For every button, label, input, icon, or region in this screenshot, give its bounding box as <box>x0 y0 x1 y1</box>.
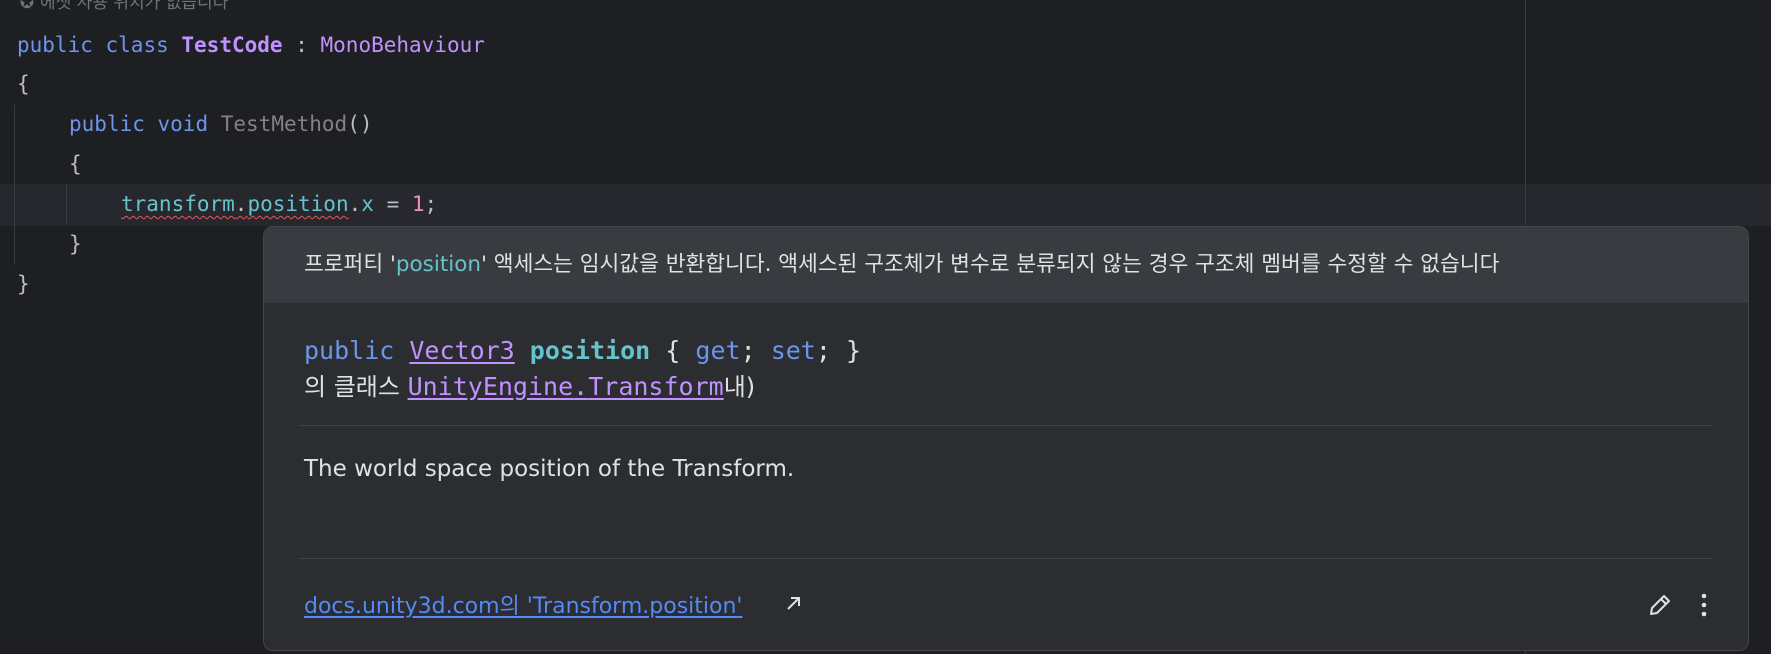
keyword: void <box>157 112 209 136</box>
transform-link[interactable]: Transform <box>588 372 723 401</box>
code-line-4[interactable]: { <box>69 144 82 184</box>
brace: } <box>69 232 82 256</box>
sig-brace: { <box>665 336 681 365</box>
description: The world space position of the Transfor… <box>304 456 795 482</box>
code-line-2[interactable]: { <box>17 64 30 104</box>
unity-icon: ✪ <box>19 0 35 13</box>
code-line-7[interactable]: } <box>17 264 30 304</box>
signature: public Vector3 position { get; set; } 의 … <box>264 303 1748 405</box>
error-text-pre: 프로퍼티 ' <box>304 252 396 277</box>
semicolon: ; <box>815 336 831 365</box>
error-text-post: ' 액세스는 임시값을 반환합니다. 액세스된 구조체가 변수로 분류되지 않는… <box>481 252 1500 277</box>
x-field[interactable]: x <box>361 192 374 216</box>
sig-name: position <box>529 336 651 365</box>
keyword: class <box>105 33 169 57</box>
quick-doc-popup[interactable]: 프로퍼티 'position' 액세스는 임시값을 반환합니다. 액세스된 구조… <box>263 226 1749 651</box>
more-vertical-icon[interactable] <box>1694 591 1714 619</box>
keyword: public <box>69 112 145 136</box>
error-message: 프로퍼티 'position' 액세스는 임시값을 반환합니다. 액세스된 구조… <box>264 227 1748 303</box>
dot: . <box>348 192 362 216</box>
dot: . <box>234 192 248 216</box>
indent-guide <box>66 184 67 224</box>
owner-suffix: 내) <box>723 373 756 401</box>
semicolon: ; <box>740 336 756 365</box>
usage-hint-text: 에셋 사용 위치가 없습니다 <box>40 0 229 13</box>
assign: = <box>373 192 412 216</box>
class-name[interactable]: TestCode <box>181 33 282 57</box>
brace: { <box>17 72 30 96</box>
sig-brace: } <box>845 336 862 365</box>
brace: } <box>17 272 30 296</box>
code-line-6[interactable]: } <box>69 224 82 264</box>
base-class[interactable]: MonoBehaviour <box>321 33 485 57</box>
error-highlight: position <box>395 252 482 277</box>
code-line-5[interactable]: transform.position.x = 1; <box>121 184 437 224</box>
arrow-up-right-icon <box>787 597 800 610</box>
code-editor[interactable]: ✪ 에셋 사용 위치가 없습니다 public class TestCode : … <box>0 0 1771 654</box>
docs-link[interactable]: docs.unity3d.com의 'Transform.position' <box>304 588 742 620</box>
getter: get <box>695 336 741 365</box>
pencil-icon[interactable] <box>1646 591 1674 619</box>
method-name[interactable]: TestMethod <box>221 112 347 136</box>
vector3-link[interactable]: Vector3 <box>409 336 514 365</box>
divider <box>299 558 1713 559</box>
owner-prefix: 의 클래스 <box>304 373 408 401</box>
namespace-dot: . <box>573 372 589 401</box>
colon: : <box>295 33 308 57</box>
owner-line: 의 클래스 UnityEngine.Transform내) <box>304 372 756 401</box>
popup-footer: docs.unity3d.com의 'Transform.position' <box>264 558 1748 650</box>
sig-keyword: public <box>304 336 395 365</box>
code-line-3[interactable]: public void TestMethod() <box>69 104 372 144</box>
brace: { <box>69 152 82 176</box>
semicolon: ; <box>424 192 438 216</box>
number-literal: 1 <box>411 192 425 216</box>
usage-hint[interactable]: ✪ 에셋 사용 위치가 없습니다 <box>18 0 228 16</box>
keyword: public <box>17 33 93 57</box>
indent-guide <box>14 105 15 265</box>
parens: () <box>347 112 373 136</box>
position-ref[interactable]: position <box>247 192 348 216</box>
setter: set <box>770 336 816 365</box>
namespace-link[interactable]: UnityEngine <box>408 372 574 401</box>
transform-ref[interactable]: transform <box>121 192 235 216</box>
code-line-1[interactable]: public class TestCode : MonoBehaviour <box>17 25 485 65</box>
